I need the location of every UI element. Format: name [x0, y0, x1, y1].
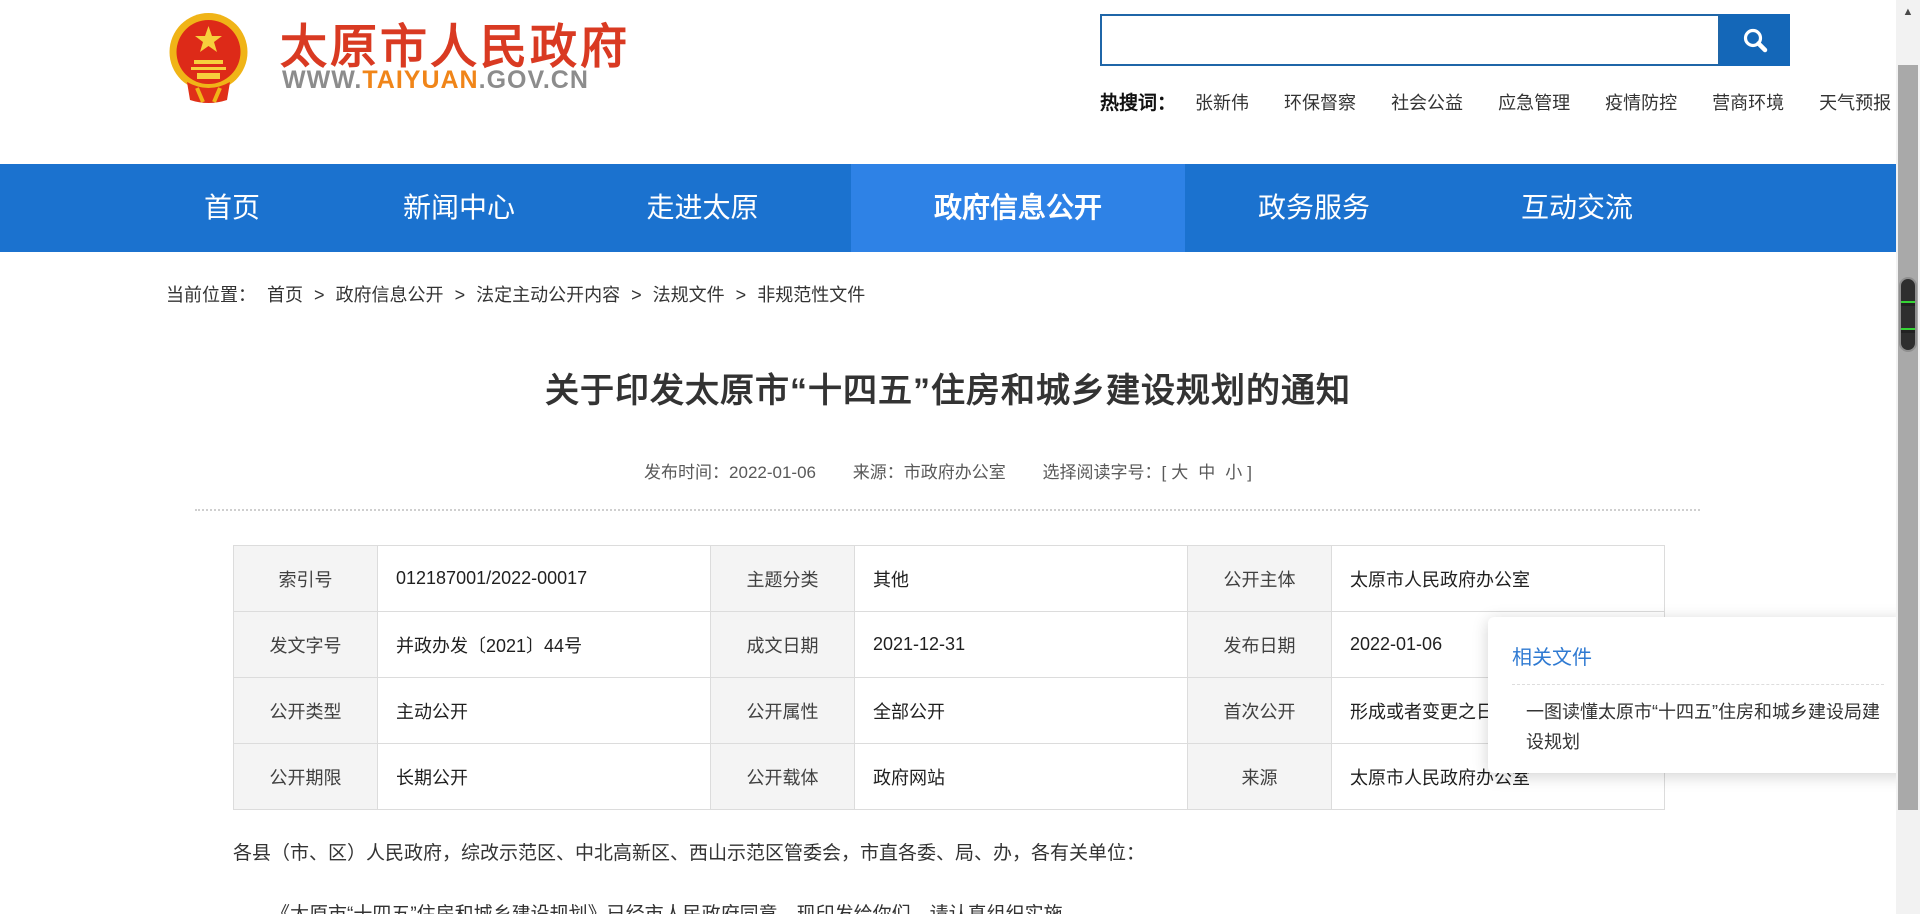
info-value-document-number: 并政办发〔2021〕44号	[378, 612, 711, 678]
breadcrumb-item-home[interactable]: 首页	[267, 285, 303, 305]
table-row: 公开期限 长期公开 公开载体 政府网站 来源 太原市人民政府办公室	[234, 744, 1665, 810]
nav-item-interaction[interactable]: 互动交流	[1443, 164, 1711, 252]
scrollbar-up-arrow-icon[interactable]: ▲	[1896, 0, 1920, 24]
hot-keyword-link[interactable]: 天气预报	[1819, 93, 1891, 113]
scrollbar-green-striped-marker[interactable]	[1899, 277, 1917, 352]
source-value: 市政府办公室	[904, 463, 1006, 482]
nav-item-gov-info-disclosure[interactable]: 政府信息公开	[851, 164, 1185, 252]
info-label-disclosure-carrier: 公开载体	[711, 744, 855, 810]
site-url: WWW.TAIYUAN.GOV.CN	[282, 66, 589, 95]
table-row: 公开类型 主动公开 公开属性 全部公开 首次公开 形成或者变更之日	[234, 678, 1665, 744]
info-label-disclosure-type: 公开类型	[234, 678, 378, 744]
article-meta-row: 发布时间：2022-01-06 来源：市政府办公室 选择阅读字号：[ 大中小]	[233, 458, 1663, 483]
info-value-disclosing-body: 太原市人民政府办公室	[1332, 546, 1665, 612]
breadcrumb-item-statutory-disclosure[interactable]: 法定主动公开内容	[476, 285, 620, 305]
info-label-publish-date: 发布日期	[1188, 612, 1332, 678]
hot-keywords-label: 热搜词：	[1100, 93, 1176, 114]
nav-item-about-taiyuan[interactable]: 走进太原	[554, 164, 851, 252]
hot-keyword-link[interactable]: 营商环境	[1712, 93, 1784, 113]
nav-item-home[interactable]: 首页	[100, 164, 364, 252]
font-size-medium-button[interactable]: 中	[1198, 463, 1215, 482]
site-header: 太原市人民政府 WWW.TAIYUAN.GOV.CN 热搜词： 张新伟 环保督察…	[0, 0, 1896, 164]
info-label-document-number: 发文字号	[234, 612, 378, 678]
info-label-index-number: 索引号	[234, 546, 378, 612]
table-row: 发文字号 并政办发〔2021〕44号 成文日期 2021-12-31 发布日期 …	[234, 612, 1665, 678]
hot-keyword-link[interactable]: 环保督察	[1284, 93, 1356, 113]
hot-keywords-row: 热搜词： 张新伟 环保督察 社会公益 应急管理 疫情防控 营商环境 天气预报	[1100, 88, 1840, 115]
related-files-popup: 相关文件 一图读懂太原市“十四五”住房和城乡建设局建设规划	[1488, 617, 1908, 773]
info-value-topic-category: 其他	[855, 546, 1188, 612]
info-value-index-number: 012187001/2022-00017	[378, 546, 711, 612]
body-paragraph-notice: 《太原市“十四五”住房和城乡建设规划》已经市人民政府同意，现印发给你们，请认真组…	[233, 901, 1663, 914]
breadcrumb-item-regulations[interactable]: 法规文件	[653, 285, 725, 305]
search-input[interactable]	[1102, 16, 1718, 64]
info-label-written-date: 成文日期	[711, 612, 855, 678]
related-file-link[interactable]: 一图读懂太原市“十四五”住房和城乡建设局建设规划	[1512, 697, 1884, 757]
publish-time: 发布时间：2022-01-06	[644, 463, 816, 482]
related-files-title: 相关文件	[1512, 641, 1884, 670]
site-url-suffix: .GOV.CN	[479, 66, 589, 94]
publish-time-label: 发布时间：	[644, 463, 729, 482]
info-label-disclosing-body: 公开主体	[1188, 546, 1332, 612]
hot-keyword-link[interactable]: 张新伟	[1195, 93, 1249, 113]
font-size-selector: 选择阅读字号：[ 大中小]	[1042, 463, 1251, 482]
font-size-small-button[interactable]: 小	[1225, 463, 1242, 482]
info-label-topic-category: 主题分类	[711, 546, 855, 612]
source-label: 来源：	[853, 463, 904, 482]
page-scrollbar[interactable]: ▲	[1896, 0, 1920, 914]
info-label-disclosure-attribute: 公开属性	[711, 678, 855, 744]
table-row: 索引号 012187001/2022-00017 主题分类 其他 公开主体 太原…	[234, 546, 1665, 612]
breadcrumb-separator: >	[736, 285, 747, 305]
font-size-label: 选择阅读字号：	[1042, 463, 1161, 482]
info-value-disclosure-carrier: 政府网站	[855, 744, 1188, 810]
dotted-divider	[195, 509, 1700, 511]
nav-item-news[interactable]: 新闻中心	[364, 164, 554, 252]
site-url-domain: TAIYUAN	[362, 66, 478, 94]
national-emblem-logo	[167, 10, 250, 103]
body-paragraph-recipients: 各县（市、区）人民政府，综改示范区、中北高新区、西山示范区管委会，市直各委、局、…	[233, 840, 1663, 867]
page-title: 关于印发太原市“十四五”住房和城乡建设规划的通知	[233, 363, 1663, 412]
hot-keyword-link[interactable]: 疫情防控	[1605, 93, 1677, 113]
breadcrumb-separator: >	[314, 285, 325, 305]
main-nav: 首页 新闻中心 走进太原 政府信息公开 政务服务 互动交流	[0, 164, 1896, 252]
search-box	[1100, 14, 1720, 66]
breadcrumb: 当前位置： 首页 > 政府信息公开 > 法定主动公开内容 > 法规文件 > 非规…	[166, 281, 871, 307]
hot-keyword-link[interactable]: 应急管理	[1498, 93, 1570, 113]
popup-divider	[1512, 684, 1884, 685]
nav-item-gov-services[interactable]: 政务服务	[1185, 164, 1443, 252]
info-label-source: 来源	[1188, 744, 1332, 810]
scrollbar-thumb[interactable]	[1898, 65, 1918, 810]
site-url-www: WWW.	[282, 66, 362, 94]
bracket-open: [	[1161, 463, 1166, 482]
breadcrumb-label: 当前位置：	[166, 285, 256, 305]
info-value-disclosure-attribute: 全部公开	[855, 678, 1188, 744]
page: 太原市人民政府 WWW.TAIYUAN.GOV.CN 热搜词： 张新伟 环保督察…	[0, 0, 1920, 914]
info-value-disclosure-period: 长期公开	[378, 744, 711, 810]
hot-keyword-link[interactable]: 社会公益	[1391, 93, 1463, 113]
search-button[interactable]	[1720, 14, 1790, 66]
breadcrumb-separator: >	[631, 285, 642, 305]
search-icon	[1741, 26, 1769, 54]
source: 来源：市政府办公室	[853, 463, 1006, 482]
info-label-first-disclosure: 首次公开	[1188, 678, 1332, 744]
font-size-large-button[interactable]: 大	[1171, 463, 1188, 482]
document-info-table: 索引号 012187001/2022-00017 主题分类 其他 公开主体 太原…	[233, 545, 1665, 810]
breadcrumb-item-non-normative[interactable]: 非规范性文件	[757, 285, 865, 305]
info-value-disclosure-type: 主动公开	[378, 678, 711, 744]
publish-date-value: 2022-01-06	[729, 463, 816, 482]
breadcrumb-separator: >	[455, 285, 466, 305]
info-value-written-date: 2021-12-31	[855, 612, 1188, 678]
breadcrumb-item-gov-info[interactable]: 政府信息公开	[336, 285, 444, 305]
bracket-close: ]	[1247, 463, 1252, 482]
info-label-disclosure-period: 公开期限	[234, 744, 378, 810]
